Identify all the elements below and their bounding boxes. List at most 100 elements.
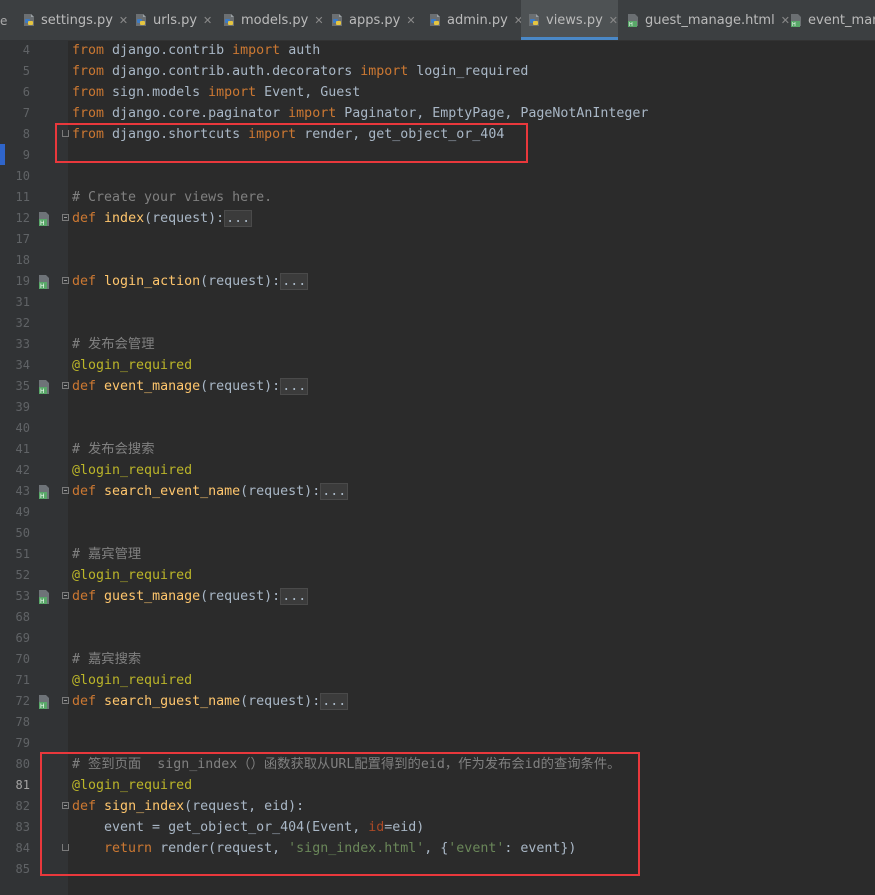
line-number: 35 [15,379,30,393]
folded-code-placeholder[interactable]: ... [280,588,309,605]
tab-apps-py[interactable]: apps.py ✕ [324,0,416,40]
code-line[interactable]: 35 Hdef event_manage(request):... [0,376,875,397]
code-line[interactable]: 12 Hdef index(request):... [0,208,875,229]
code-line[interactable]: 84 return render(request, 'sign_index.ht… [0,838,875,859]
code-line[interactable]: 42 @login_required [0,460,875,481]
code-line[interactable]: 34 @login_required [0,355,875,376]
keyword-argument-token: id [368,820,385,835]
line-number: 4 [22,43,30,57]
keyword-token: from [72,64,105,79]
run-gutter-icon[interactable]: H [36,694,52,710]
python-file-icon [222,13,236,27]
tab-urls-py[interactable]: urls.py ✕ [128,0,214,40]
run-gutter-icon[interactable]: H [36,274,52,290]
code-text: from django.shortcuts import render, get… [72,124,504,145]
code-text: @login_required [72,460,192,481]
close-icon[interactable]: ✕ [609,14,618,27]
svg-text:H: H [40,388,45,395]
code-line[interactable]: 9 [0,145,875,166]
run-gutter-icon[interactable]: H [36,484,52,500]
code-line[interactable]: 83 event = get_object_or_404(Event, id=e… [0,817,875,838]
html-file-icon: H [626,13,640,28]
code-line[interactable]: 85 [0,859,875,880]
close-icon[interactable]: ✕ [314,14,323,27]
keyword-token: def [72,694,97,709]
code-token: (request): [200,589,281,604]
folded-code-placeholder[interactable]: ... [280,273,309,290]
html-file-icon: H [789,13,803,28]
line-number: 85 [15,862,30,876]
code-line[interactable]: 8 from django.shortcuts import render, ge… [0,124,875,145]
code-line[interactable]: 78 [0,712,875,733]
code-line[interactable]: 50 [0,523,875,544]
code-line[interactable]: 41 # 发布会搜索 [0,439,875,460]
code-line[interactable]: 53 Hdef guest_manage(request):... [0,586,875,607]
tab-label: settings.py [41,12,113,28]
fold-collapse-icon[interactable] [62,592,69,599]
code-line[interactable]: 17 [0,229,875,250]
code-line[interactable]: 82 def sign_index(request, eid): [0,796,875,817]
tab-label: apps.py [349,12,401,28]
code-line[interactable]: 4 from django.contrib import auth [0,40,875,61]
fold-collapse-icon[interactable] [62,277,69,284]
code-line[interactable]: 39 [0,397,875,418]
folded-code-placeholder[interactable]: ... [224,210,253,227]
code-line[interactable]: 81 @login_required [0,775,875,796]
code-line[interactable]: 51 # 嘉宾管理 [0,544,875,565]
code-line[interactable]: 11 # Create your views here. [0,187,875,208]
run-gutter-icon[interactable]: H [36,379,52,395]
folded-code-placeholder[interactable]: ... [320,483,349,500]
line-number: 32 [15,316,30,330]
tab-settings-py[interactable]: settings.py ✕ [16,0,128,40]
fold-collapse-icon[interactable] [62,697,69,704]
fold-collapse-icon[interactable] [62,382,69,389]
code-line[interactable]: 80 # 签到页面 sign_index（）函数获取从URL配置得到的eid，作为… [0,754,875,775]
fold-collapse-icon[interactable] [62,214,69,221]
code-line[interactable]: 6 from sign.models import Event, Guest [0,82,875,103]
fold-collapse-icon[interactable] [62,802,69,809]
code-line[interactable]: 40 [0,418,875,439]
code-line[interactable]: 68 [0,607,875,628]
code-line[interactable]: 19 Hdef login_action(request):... [0,271,875,292]
code-text: @login_required [72,670,192,691]
code-text: def login_action(request):... [72,271,309,292]
code-line[interactable]: 31 [0,292,875,313]
code-line[interactable]: 43 Hdef search_event_name(request):... [0,481,875,502]
code-line[interactable]: 32 [0,313,875,334]
run-gutter-icon[interactable]: H [36,211,52,227]
fold-collapse-icon[interactable] [62,487,69,494]
close-icon[interactable]: ✕ [406,14,415,27]
code-text: # 签到页面 sign_index（）函数获取从URL配置得到的eid，作为发布… [72,754,620,775]
code-line[interactable]: 71 @login_required [0,670,875,691]
code-token: render, get_object_or_404 [296,127,505,142]
function-name-token: login_action [104,274,201,289]
run-gutter-icon[interactable]: H [36,589,52,605]
tab-views-py[interactable]: views.py ✕ [521,0,618,40]
comment-token: # 嘉宾搜索 [72,652,142,667]
code-line[interactable]: 10 [0,166,875,187]
tab-guest-manage-html[interactable]: Hguest_manage.html ✕ [620,0,790,40]
code-line[interactable]: 33 # 发布会管理 [0,334,875,355]
code-line[interactable]: 72 Hdef search_guest_name(request):... [0,691,875,712]
code-line[interactable]: 70 # 嘉宾搜索 [0,649,875,670]
code-token: sign.models [112,85,209,100]
code-line[interactable]: 49 [0,502,875,523]
code-line[interactable]: 52 @login_required [0,565,875,586]
code-line[interactable]: 79 [0,733,875,754]
comment-token: # 签到页面 sign_index（）函数获取从URL配置得到的eid，作为发布… [72,757,621,772]
close-icon[interactable]: ✕ [119,14,128,27]
code-editor[interactable]: 4 from django.contrib import auth 5 from dj… [0,40,875,895]
code-line[interactable]: 18 [0,250,875,271]
tab-event-manage[interactable]: Hevent_manage [783,0,875,40]
code-line[interactable]: 69 [0,628,875,649]
tab-admin-py[interactable]: admin.py ✕ [422,0,523,40]
fold-end-icon[interactable] [62,130,69,137]
code-token: event = get_object_or_404(Event, [72,820,369,835]
close-icon[interactable]: ✕ [203,14,212,27]
folded-code-placeholder[interactable]: ... [280,378,309,395]
code-line[interactable]: 7 from django.core.paginator import Pagin… [0,103,875,124]
tab-models-py[interactable]: models.py ✕ [216,0,324,40]
code-line[interactable]: 5 from django.contrib.auth.decorators imp… [0,61,875,82]
folded-code-placeholder[interactable]: ... [320,693,349,710]
fold-end-icon[interactable] [62,844,69,851]
